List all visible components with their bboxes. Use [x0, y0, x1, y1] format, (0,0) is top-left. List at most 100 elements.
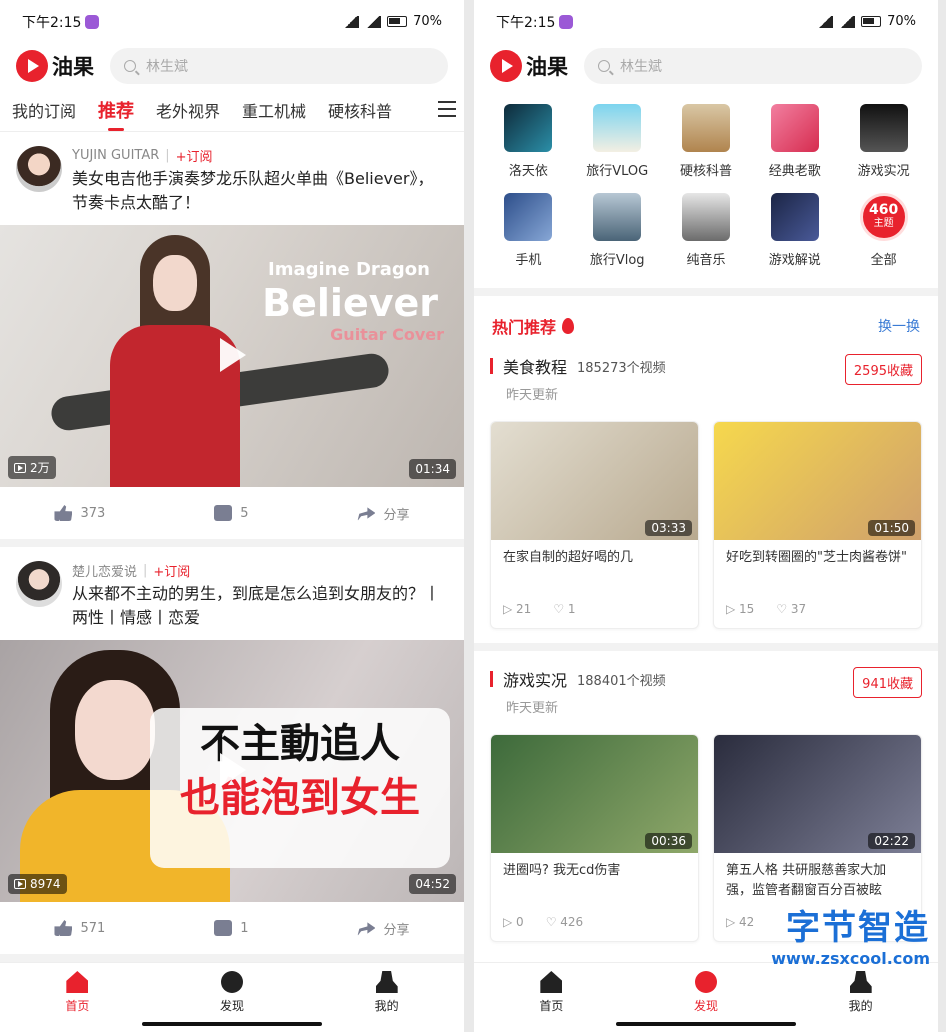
nav-home[interactable]: 首页	[474, 963, 629, 1032]
home-indicator	[616, 1022, 796, 1026]
battery-level: 70%	[413, 14, 442, 29]
overlay-text: Believer	[262, 281, 438, 325]
video-card[interactable]: 00:36 进圈吗? 我无cd伤害 0 426	[490, 734, 699, 942]
battery-icon	[387, 16, 408, 27]
category-item[interactable]: 洛天依	[484, 104, 573, 179]
category-item[interactable]: 硬核科普	[662, 104, 751, 179]
video-title[interactable]: 美女电吉他手演奏梦龙乐队超火单曲《Believer》，节奏卡点太酷了！	[72, 167, 448, 215]
video-title: 好吃到转圈圈的"芝士肉酱卷饼"	[726, 550, 907, 565]
share-icon	[357, 922, 376, 936]
topic-count-badge: 460 主题	[859, 193, 908, 241]
notification-icon	[559, 15, 574, 29]
video-title: 第五人格 共研服慈善家大加强，监管者翻窗百分百被眩	[726, 863, 887, 898]
author-name[interactable]: 楚儿恋爱说	[72, 561, 137, 580]
notification-icon	[85, 15, 100, 29]
video-card[interactable]: 03:33 在家自制的超好喝的几 21 1	[490, 421, 699, 629]
tab-foreign[interactable]: 老外视界	[156, 98, 220, 122]
category-item[interactable]: 旅行VLOG	[573, 104, 662, 179]
category-item[interactable]: 手机	[484, 193, 573, 268]
nav-me[interactable]: 我的	[783, 963, 938, 1032]
tab-machinery[interactable]: 重工机械	[242, 98, 306, 122]
user-icon	[375, 971, 398, 993]
app-logo: 油果	[16, 50, 94, 82]
duration: 00:36	[645, 833, 692, 849]
play-icon[interactable]	[220, 753, 246, 787]
logo-icon	[16, 50, 48, 82]
tab-subscriptions[interactable]: 我的订阅	[12, 98, 76, 122]
tab-recommended[interactable]: 推荐	[98, 97, 134, 131]
status-time: 下午2:15	[496, 15, 556, 31]
feed-card: 楚儿恋爱说 | +订阅 从来都不主动的男生，到底是怎么追到女朋友的？丨两性丨情感丨恋…	[0, 547, 464, 962]
category-tabs: 我的订阅 推荐 老外视界 重工机械 硬核科普	[0, 88, 464, 132]
category-item[interactable]: 经典老歌	[750, 104, 839, 179]
overlay-text: Imagine Dragon	[268, 259, 430, 280]
flame-icon	[562, 318, 575, 334]
refresh-button[interactable]: 换一换	[878, 316, 920, 336]
like-count: 426	[546, 915, 583, 929]
hot-title: 热门推荐	[492, 318, 557, 337]
comment-icon	[214, 920, 233, 936]
duration: 01:50	[868, 520, 915, 536]
thumbs-up-icon	[54, 920, 73, 936]
play-count-icon	[14, 879, 26, 889]
search-icon	[124, 60, 136, 72]
like-button[interactable]: 571	[54, 920, 105, 936]
search-box[interactable]: 林生斌	[110, 48, 448, 84]
video-thumbnail: 03:33	[491, 422, 698, 540]
category-thumbnail	[593, 193, 642, 241]
video-title[interactable]: 从来都不主动的男生，到底是怎么追到女朋友的？丨两性丨情感丨恋爱	[72, 582, 448, 630]
topic-name[interactable]: 游戏实况	[503, 667, 567, 691]
like-button[interactable]: 373	[54, 505, 105, 521]
menu-icon[interactable]	[438, 101, 456, 117]
author-name[interactable]: YUJIN GUITAR	[72, 148, 159, 163]
play-count: 0	[503, 915, 524, 929]
view-count: 8974	[8, 874, 67, 894]
category-item[interactable]: 游戏实况	[839, 104, 928, 179]
comment-button[interactable]: 5	[214, 505, 249, 521]
signal-icon	[817, 15, 834, 28]
category-grid: 洛天依 旅行VLOG 硬核科普 经典老歌 游戏实况 手机 旅行Vlog 纯音乐 …	[474, 88, 938, 296]
collect-button[interactable]: 941收藏	[853, 667, 922, 698]
hot-header: 热门推荐 换一换	[474, 296, 938, 348]
home-icon	[66, 971, 89, 993]
search-box[interactable]: 林生斌	[584, 48, 922, 84]
nav-home[interactable]: 首页	[0, 963, 155, 1032]
view-count: 2万	[8, 456, 56, 479]
status-time: 下午2:15	[22, 15, 82, 31]
share-button[interactable]: 分享	[357, 504, 410, 523]
topic-updated: 昨天更新	[506, 701, 559, 716]
search-placeholder: 林生斌	[620, 59, 662, 75]
play-icon[interactable]	[220, 338, 246, 372]
category-item[interactable]: 旅行Vlog	[573, 193, 662, 268]
signal-icon	[839, 15, 856, 28]
category-item[interactable]: 纯音乐	[662, 193, 751, 268]
topic-name[interactable]: 美食教程	[503, 354, 567, 378]
topic-section: 美食教程 185273个视频 昨天更新 2595收藏 03:33 在家自制的超好喝…	[474, 348, 938, 651]
logo-icon	[490, 50, 522, 82]
home-icon	[540, 971, 563, 993]
overlay-text: 也能泡到女生	[180, 775, 420, 821]
share-button[interactable]: 分享	[357, 919, 410, 938]
video-thumbnail: 02:22	[714, 735, 921, 853]
category-item[interactable]: 游戏解说	[750, 193, 839, 268]
nav-me[interactable]: 我的	[309, 963, 464, 1032]
duration: 02:22	[868, 833, 915, 849]
feed-card: YUJIN GUITAR | +订阅 美女电吉他手演奏梦龙乐队超火单曲《Believ…	[0, 132, 464, 547]
category-thumbnail	[681, 104, 730, 152]
avatar[interactable]	[16, 561, 62, 607]
avatar[interactable]	[16, 146, 62, 192]
video-card[interactable]: 01:50 好吃到转圈圈的"芝士肉酱卷饼" 15 37	[713, 421, 922, 629]
collect-button[interactable]: 2595收藏	[844, 354, 922, 385]
subscribe-button[interactable]: +订阅	[176, 146, 213, 165]
top-bar: 油果 林生斌	[0, 44, 464, 88]
user-icon	[849, 971, 872, 993]
share-icon	[357, 507, 376, 521]
category-thumbnail	[681, 193, 730, 241]
status-bar: 下午2:15 70%	[474, 0, 938, 44]
video-thumbnail[interactable]: Imagine Dragon Believer Guitar Cover 2万 …	[0, 225, 464, 487]
comment-button[interactable]: 1	[214, 920, 249, 936]
video-thumbnail[interactable]: 不主動追人 也能泡到女生 8974 04:52	[0, 640, 464, 902]
subscribe-button[interactable]: +订阅	[153, 561, 190, 580]
tab-science[interactable]: 硬核科普	[328, 98, 392, 122]
all-categories-button[interactable]: 460 主题 全部	[839, 193, 928, 268]
